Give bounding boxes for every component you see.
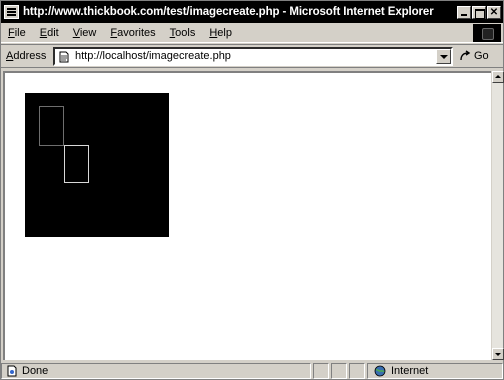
- scroll-up-button[interactable]: [492, 71, 504, 83]
- go-button[interactable]: Go: [459, 50, 489, 62]
- status-cell: [349, 363, 365, 379]
- status-cell: [331, 363, 347, 379]
- address-label-text: ddress: [13, 50, 47, 62]
- page-icon: [59, 51, 69, 62]
- menu-file[interactable]: File: [1, 27, 33, 39]
- menu-help-label: elp: [217, 26, 232, 39]
- ie-page-icon: [4, 5, 19, 19]
- menu-view-accel: V: [72, 26, 80, 39]
- generated-image: [25, 93, 169, 237]
- address-label: Address: [1, 50, 53, 62]
- menu-favorites-label: avorites: [117, 26, 156, 39]
- address-url: http://localhost/imagecreate.php: [75, 50, 231, 62]
- globe-icon: [374, 365, 386, 377]
- menu-edit-label: dit: [47, 26, 59, 39]
- page-done-icon: [7, 365, 17, 377]
- close-button[interactable]: ✕: [487, 5, 501, 19]
- menu-view-label: iew: [79, 26, 97, 39]
- menu-bar: File Edit View Favorites Tools Help: [1, 23, 503, 43]
- menu-help[interactable]: Help: [202, 27, 239, 39]
- image-rectangle-gray: [39, 106, 64, 146]
- go-label: Go: [474, 50, 489, 62]
- minimize-button[interactable]: [457, 5, 471, 19]
- menu-tools[interactable]: Tools: [163, 27, 203, 39]
- status-text: Done: [22, 365, 49, 377]
- status-cell: [313, 363, 329, 379]
- windows-logo-throbber-icon: [473, 24, 501, 42]
- title-bar[interactable]: http://www.thickbook.com/test/imagecreat…: [1, 1, 503, 23]
- menu-edit-accel: E: [39, 26, 48, 39]
- scroll-down-button[interactable]: [492, 348, 504, 360]
- menu-file-label: ile: [14, 26, 26, 39]
- browser-window: http://www.thickbook.com/test/imagecreat…: [0, 0, 504, 380]
- window-title: http://www.thickbook.com/test/imagecreat…: [23, 6, 434, 18]
- status-bar: Done Internet: [1, 362, 503, 380]
- address-bar: Address http://localhost/imagecreate.php…: [1, 44, 503, 68]
- image-rectangle-white: [64, 145, 89, 183]
- status-panel: Done: [1, 363, 311, 379]
- vertical-scrollbar[interactable]: [491, 71, 504, 360]
- maximize-button[interactable]: [472, 5, 486, 19]
- menu-edit[interactable]: Edit: [33, 27, 66, 39]
- address-input[interactable]: http://localhost/imagecreate.php: [53, 46, 453, 66]
- menu-favorites[interactable]: Favorites: [103, 27, 162, 39]
- menu-view[interactable]: View: [66, 27, 104, 39]
- menu-tools-label: ools: [175, 26, 196, 39]
- menu-file-accel: F: [8, 26, 15, 39]
- page-content-area[interactable]: [3, 71, 491, 360]
- zone-label: Internet: [391, 365, 429, 377]
- security-zone-panel: Internet: [367, 363, 503, 379]
- address-dropdown-button[interactable]: [436, 48, 451, 64]
- go-arrow-icon: [460, 50, 471, 61]
